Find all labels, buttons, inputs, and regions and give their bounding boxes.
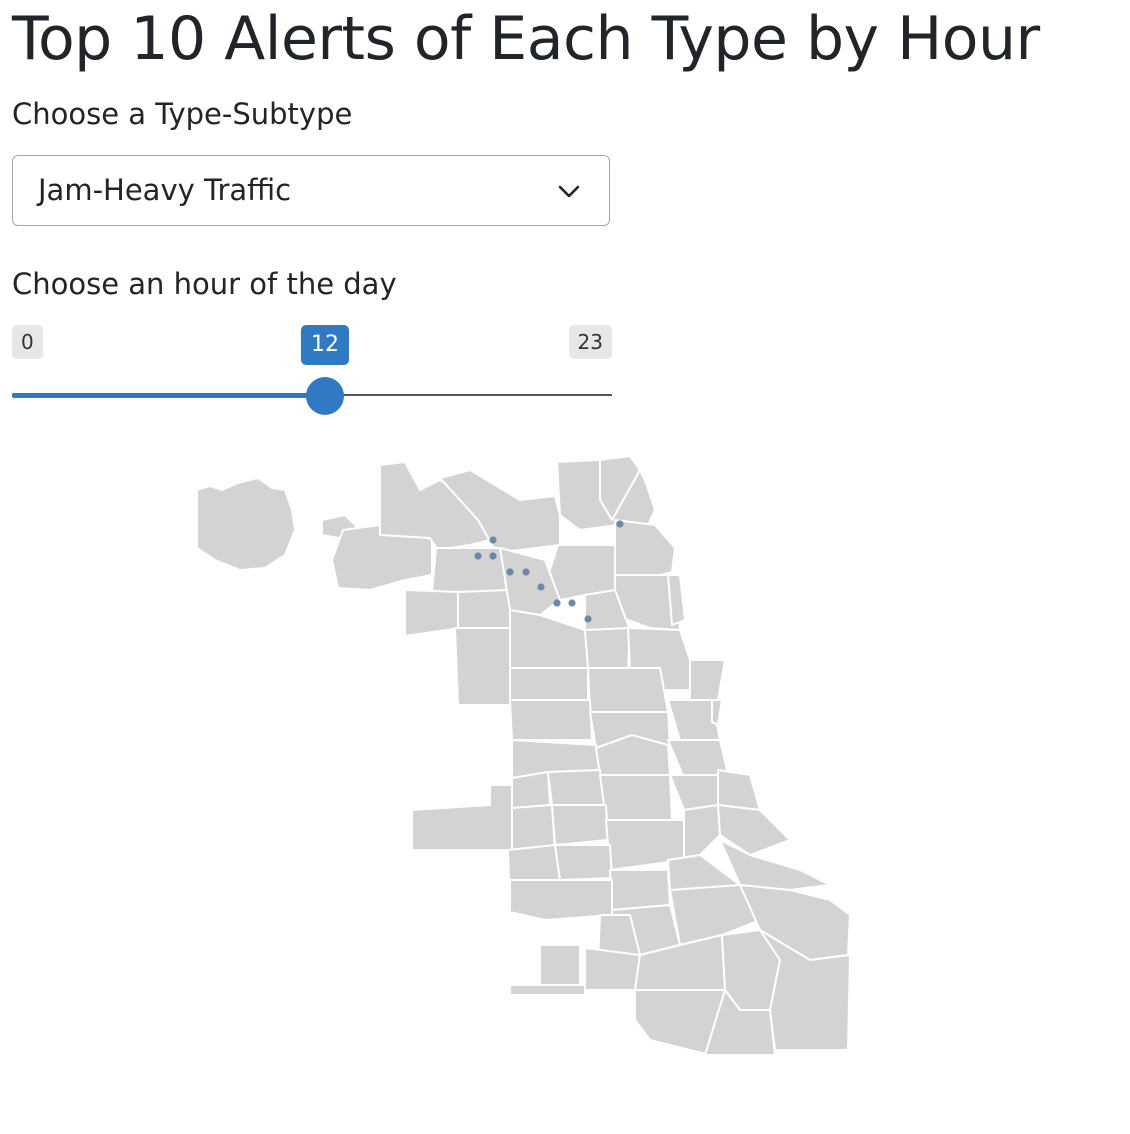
alert-point-8: [568, 599, 576, 607]
alert-point-7: [553, 599, 561, 607]
hour-slider-handle[interactable]: [306, 377, 344, 415]
alert-point-10: [616, 520, 624, 528]
alert-point-4: [506, 568, 514, 576]
type-subtype-selected-value: Jam-Heavy Traffic: [38, 173, 292, 207]
alert-point-5: [522, 568, 530, 576]
alerts-map: [196, 455, 851, 1056]
type-select-label: Choose a Type-Subtype: [12, 97, 353, 131]
chicago-map-shape: [196, 455, 851, 1056]
alert-point-2: [474, 552, 482, 560]
hour-slider-fill: [12, 393, 325, 398]
hour-slider-max-label: 23: [568, 325, 612, 359]
alert-point-9: [584, 615, 592, 623]
type-subtype-select[interactable]: Jam-Heavy Traffic: [12, 155, 610, 226]
chevron-down-icon: [558, 185, 580, 198]
hour-slider-value-label: 12: [301, 325, 349, 365]
alert-point-3: [489, 552, 497, 560]
hour-slider-label: Choose an hour of the day: [12, 267, 397, 301]
page-title: Top 10 Alerts of Each Type by Hour: [12, 4, 1040, 74]
alert-point-1: [489, 536, 497, 544]
alert-point-6: [537, 583, 545, 591]
hour-slider[interactable]: 0 12 23: [12, 322, 612, 422]
hour-slider-min-label: 0: [12, 325, 43, 359]
